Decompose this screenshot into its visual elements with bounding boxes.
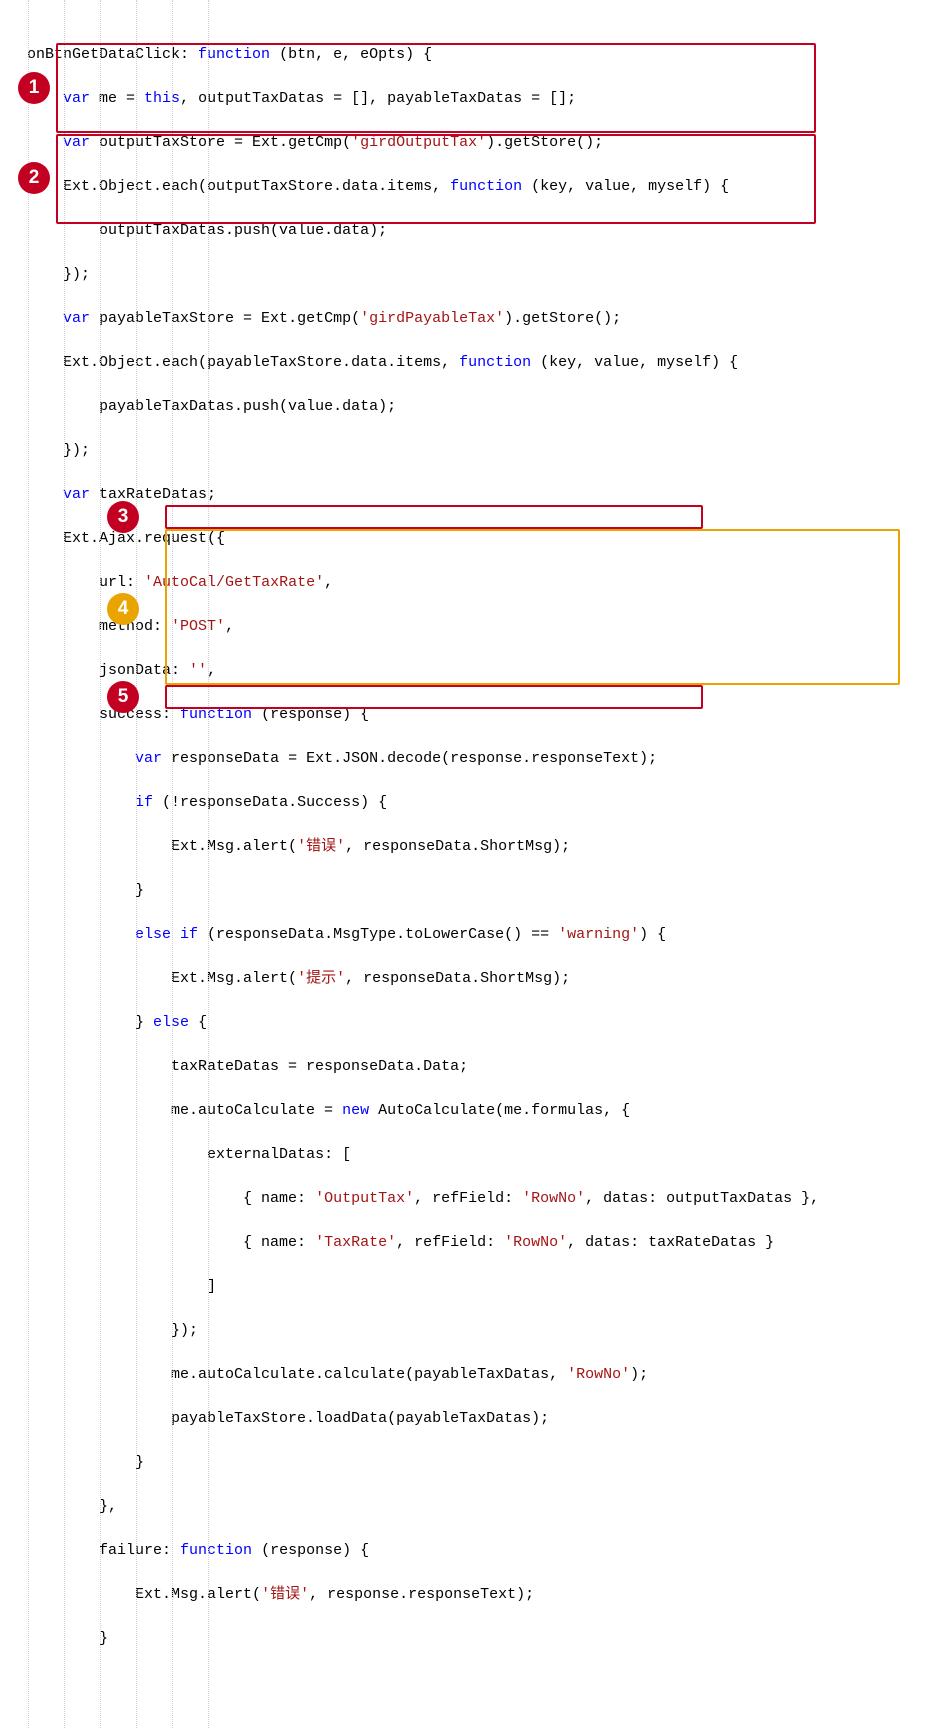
code-line: } xyxy=(0,1628,931,1650)
code-line: failure: function (response) { xyxy=(0,1540,931,1562)
code-line: Ext.Ajax.request({ xyxy=(0,528,931,550)
code-line: var outputTaxStore = Ext.getCmp('girdOut… xyxy=(0,132,931,154)
code-line: onBtnGetDataClick: function (btn, e, eOp… xyxy=(0,44,931,66)
code-line: outputTaxDatas.push(value.data); xyxy=(0,220,931,242)
code-line: else if (responseData.MsgType.toLowerCas… xyxy=(0,924,931,946)
code-line: var me = this, outputTaxDatas = [], paya… xyxy=(0,88,931,110)
code-line: Ext.Msg.alert('错误', response.responseTex… xyxy=(0,1584,931,1606)
code-line: success: function (response) { xyxy=(0,704,931,726)
code-line: var payableTaxStore = Ext.getCmp('girdPa… xyxy=(0,308,931,330)
code-line: jsonData: '', xyxy=(0,660,931,682)
code-line: Ext.Msg.alert('提示', responseData.ShortMs… xyxy=(0,968,931,990)
code-line: { name: 'OutputTax', refField: 'RowNo', … xyxy=(0,1188,931,1210)
code-line: me.autoCalculate.calculate(payableTaxDat… xyxy=(0,1364,931,1386)
code-line: payableTaxDatas.push(value.data); xyxy=(0,396,931,418)
code-line: }); xyxy=(0,264,931,286)
code-line: Ext.Object.each(outputTaxStore.data.item… xyxy=(0,176,931,198)
code-line: { name: 'TaxRate', refField: 'RowNo', da… xyxy=(0,1232,931,1254)
code-line: if (!responseData.Success) { xyxy=(0,792,931,814)
code-line: Ext.Object.each(payableTaxStore.data.ite… xyxy=(0,352,931,374)
code-line: var taxRateDatas; xyxy=(0,484,931,506)
annotation-box-3 xyxy=(165,505,703,529)
code-line: } xyxy=(0,1452,931,1474)
code-line: method: 'POST', xyxy=(0,616,931,638)
code-line: payableTaxStore.loadData(payableTaxDatas… xyxy=(0,1408,931,1430)
code-line: }); xyxy=(0,1320,931,1342)
code-block: onBtnGetDataClick: function (btn, e, eOp… xyxy=(0,0,931,1728)
code-line: taxRateDatas = responseData.Data; xyxy=(0,1056,931,1078)
code-line: Ext.Msg.alert('错误', responseData.ShortMs… xyxy=(0,836,931,858)
code-line: var responseData = Ext.JSON.decode(respo… xyxy=(0,748,931,770)
code-line: } xyxy=(0,880,931,902)
code-line: }, xyxy=(0,1496,931,1518)
code-line: }); xyxy=(0,440,931,462)
code-line: ] xyxy=(0,1276,931,1298)
code-line: externalDatas: [ xyxy=(0,1144,931,1166)
code-line: me.autoCalculate = new AutoCalculate(me.… xyxy=(0,1100,931,1122)
code-line: } else { xyxy=(0,1012,931,1034)
code-line: url: 'AutoCal/GetTaxRate', xyxy=(0,572,931,594)
